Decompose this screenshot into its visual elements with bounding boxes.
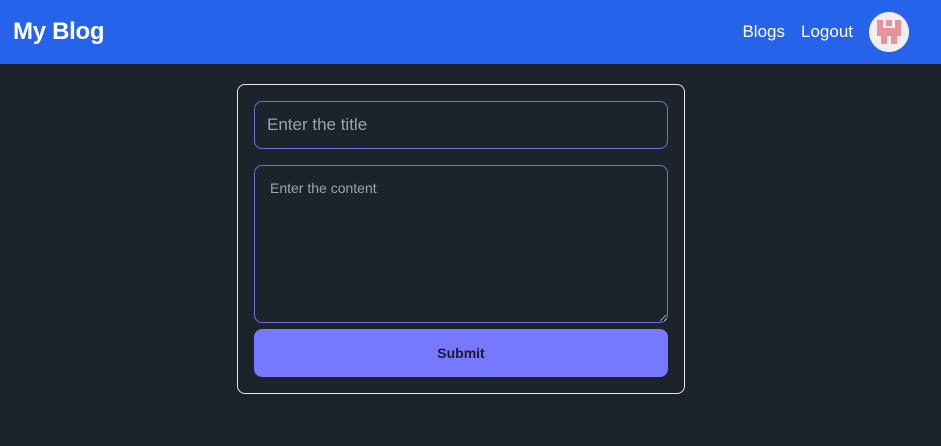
- submit-button[interactable]: Submit: [254, 329, 668, 377]
- logout-link[interactable]: Logout: [801, 22, 853, 42]
- title-input[interactable]: [254, 101, 668, 149]
- user-avatar-icon: [869, 12, 909, 52]
- new-blog-form: Submit: [237, 84, 685, 394]
- brand-logo[interactable]: My Blog: [13, 18, 105, 46]
- blogs-link[interactable]: Blogs: [742, 22, 785, 42]
- navbar: My Blog Blogs Logout: [0, 0, 941, 64]
- nav-links: Blogs Logout: [742, 12, 929, 52]
- avatar[interactable]: [869, 12, 909, 52]
- content-textarea[interactable]: [254, 165, 668, 323]
